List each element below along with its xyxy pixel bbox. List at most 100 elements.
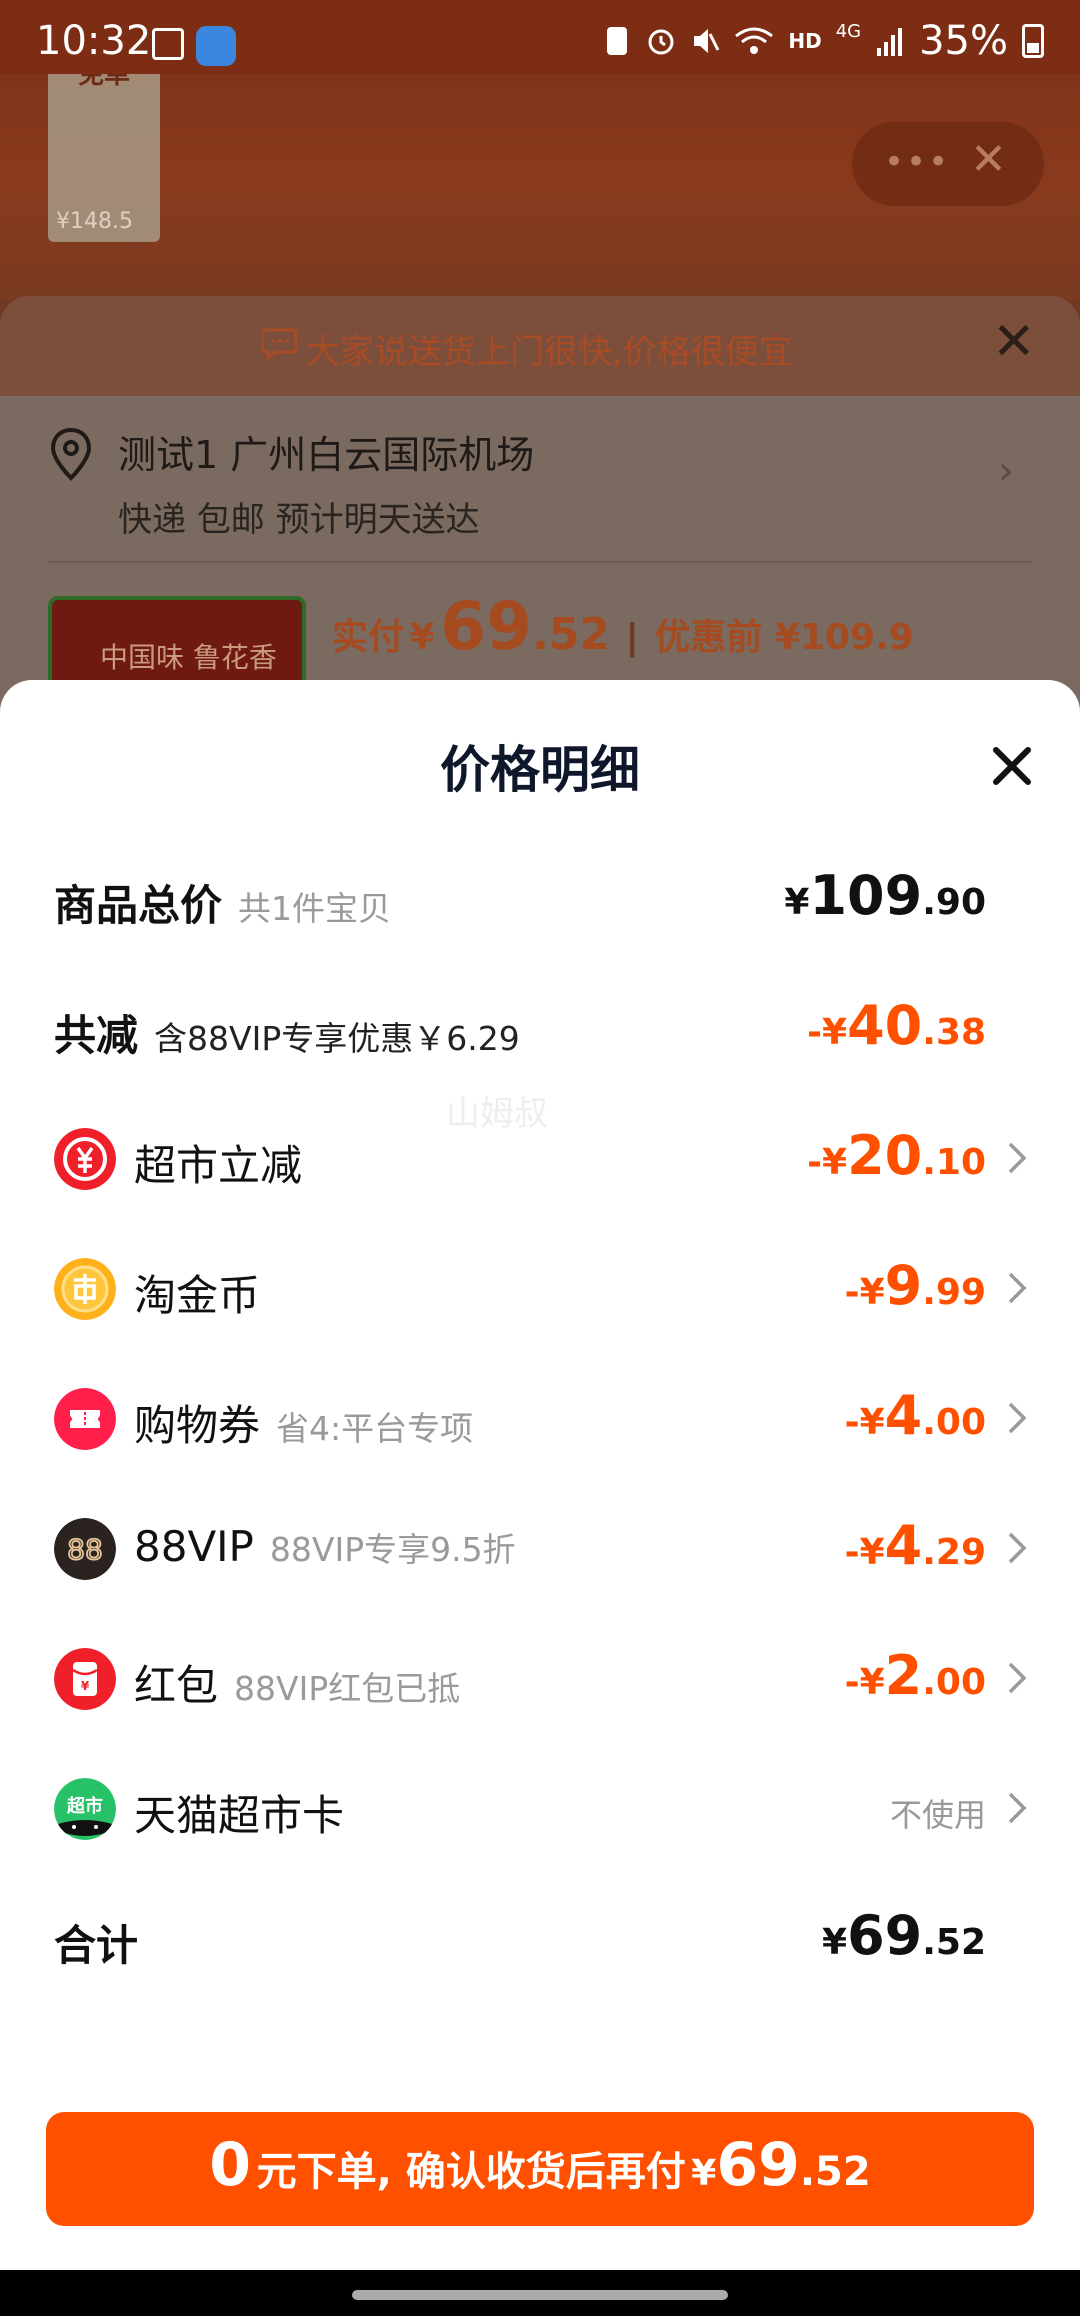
shipping-address[interactable]: 测试1 广州白云国际机场: [118, 424, 534, 479]
amount-int: 9: [884, 1254, 923, 1317]
pay-separator: |: [625, 617, 639, 658]
cta-amount-int: 69: [716, 2130, 800, 2200]
app-notification-icon: [196, 26, 236, 66]
goods-count: 共1件宝贝: [238, 889, 392, 928]
place-order-button[interactable]: 0 元下单, 确认收货后再付 ¥69.52: [46, 2112, 1034, 2226]
row-shopping-coupon[interactable]: 购物券 省4:平台专项 -¥4.00: [0, 1370, 1080, 1470]
svg-text:88: 88: [67, 1533, 103, 1566]
row-label: 淘金币: [134, 1271, 261, 1320]
currency: -¥: [807, 1142, 848, 1183]
pay-currency: ¥: [409, 617, 435, 658]
coupon-label: 购物券: [134, 1401, 261, 1450]
network-type: 4G: [835, 20, 862, 42]
promo-thumbnail[interactable]: 免单 ¥148.5: [48, 50, 160, 242]
yuan-coin-icon: [54, 1128, 116, 1190]
vip-label: 88VIP: [134, 1522, 254, 1571]
chevron-right-icon: [1008, 1532, 1027, 1564]
pay-amount-int: 69: [440, 588, 533, 665]
currency: -¥: [844, 1532, 885, 1573]
banner-close-icon[interactable]: ✕: [992, 312, 1036, 372]
svg-text:超市: 超市: [67, 1795, 103, 1817]
red-envelope-note: 88VIP红包已抵: [234, 1669, 461, 1708]
currency: ¥: [822, 1922, 848, 1963]
amount-dec: .10: [922, 1142, 986, 1183]
row-88vip[interactable]: 88 88VIP 88VIP专享9.5折 -¥4.29: [0, 1500, 1080, 1600]
delivery-info: 快递 包邮 预计明天送达: [118, 500, 480, 540]
ticket-icon: [54, 1388, 116, 1450]
amount-dec: .90: [922, 882, 986, 923]
amount-int: 2: [884, 1644, 923, 1707]
currency: ¥: [784, 882, 810, 923]
mute-icon: [694, 29, 720, 53]
pay-amount-dec: .52: [532, 609, 611, 660]
pay-summary: 实付 ¥ 69.52 | 优惠前 ¥109.9: [332, 588, 914, 665]
total-discount-label: 共减: [54, 1011, 139, 1060]
address-chevron-icon[interactable]: ›: [998, 448, 1014, 494]
amount-int: 109: [809, 864, 923, 927]
vip-discount-note: 含88VIP专享优惠￥6.29: [154, 1019, 520, 1058]
modal-title: 价格明细: [440, 741, 640, 799]
screen: 免单 ¥148.5 ••• ✕ 大家说送货上门很快,价格很便宜 ✕ 测试1 广州…: [0, 0, 1080, 2316]
red-envelope-amount: -¥2.00: [845, 1644, 986, 1707]
amount-int: 20: [847, 1124, 923, 1187]
vip88-icon: 88: [54, 1518, 116, 1580]
amount-int: 69: [847, 1904, 923, 1967]
tmall-supermarket-icon: 超市: [54, 1778, 116, 1840]
amount-int: 40: [847, 994, 923, 1057]
row-tmall-card[interactable]: 超市 天猫超市卡 不使用: [0, 1760, 1080, 1860]
hd-indicator: HD: [788, 29, 822, 53]
more-icon[interactable]: •••: [884, 142, 950, 182]
cta-currency: ¥: [691, 2153, 717, 2194]
battery-saver-icon: [607, 27, 628, 55]
gesture-nav-bar: [0, 2270, 1080, 2316]
currency: -¥: [844, 1272, 885, 1313]
row-supermarket-discount[interactable]: 超市立减 -¥20.10: [0, 1110, 1080, 1210]
amount-dec: .52: [922, 1922, 986, 1963]
divider: [48, 561, 1032, 563]
battery-percent: 35%: [919, 18, 1008, 64]
row-label: 购物券 省4:平台专项: [134, 1392, 473, 1453]
row-red-envelope[interactable]: ¥ 红包 88VIP红包已抵 -¥2.00: [0, 1630, 1080, 1730]
gold-coin-icon: [54, 1258, 116, 1320]
row-label: 天猫超市卡: [134, 1791, 345, 1840]
coupon-note: 省4:平台专项: [276, 1409, 474, 1448]
capsule-close-icon[interactable]: ✕: [970, 134, 1007, 185]
cta-text: 元下单, 确认收货后再付: [256, 2149, 686, 2195]
row-taojinbi[interactable]: 淘金币 -¥9.99: [0, 1240, 1080, 1340]
taojinbi-amount: -¥9.99: [845, 1254, 986, 1317]
chevron-right-icon: [1008, 1272, 1027, 1304]
product-thumbnail-text: 中国味 鲁花香: [100, 641, 277, 674]
vip-note: 88VIP专享9.5折: [269, 1530, 516, 1569]
status-icons: HD 4G 35%: [602, 18, 1044, 64]
close-icon[interactable]: [984, 738, 1040, 794]
supermarket-discount-amount: -¥20.10: [807, 1124, 986, 1187]
red-envelope-label: 红包: [134, 1661, 219, 1710]
alarm-icon: [648, 29, 674, 55]
status-time: 10:32: [36, 18, 152, 64]
amount-int: 4: [884, 1514, 923, 1577]
row-label: 共减 含88VIP专享优惠￥6.29: [54, 1002, 520, 1063]
home-indicator[interactable]: [352, 2290, 728, 2300]
battery-icon: [1022, 24, 1044, 58]
goods-total-label: 商品总价: [54, 881, 223, 930]
promo-thumbnail-price: ¥148.5: [56, 209, 133, 234]
chevron-right-icon: [1008, 1792, 1027, 1824]
amount-dec: .38: [922, 1012, 986, 1053]
amount-dec: .29: [922, 1532, 986, 1573]
red-envelope-icon: ¥: [54, 1648, 116, 1710]
pay-label: 实付: [332, 617, 405, 658]
tmall-card-status: 不使用: [889, 1796, 986, 1834]
currency: -¥: [844, 1662, 885, 1703]
goods-total-amount: ¥109.90: [784, 864, 986, 927]
mini-program-capsule[interactable]: ••• ✕: [852, 122, 1044, 206]
currency: -¥: [844, 1402, 885, 1443]
chat-bubble-icon: [262, 328, 298, 361]
row-total-discount: 共减 含88VIP专享优惠￥6.29 -¥40.38: [0, 980, 1080, 1080]
amount-dec: .00: [922, 1662, 986, 1703]
amount-dec: .00: [922, 1402, 986, 1443]
chevron-right-icon: [1008, 1402, 1027, 1434]
chevron-right-icon: [1008, 1142, 1027, 1174]
row-label: 超市立减: [134, 1141, 303, 1190]
cta-zero: 0: [209, 2130, 252, 2200]
row-label: 红包 88VIP红包已抵: [134, 1652, 460, 1713]
